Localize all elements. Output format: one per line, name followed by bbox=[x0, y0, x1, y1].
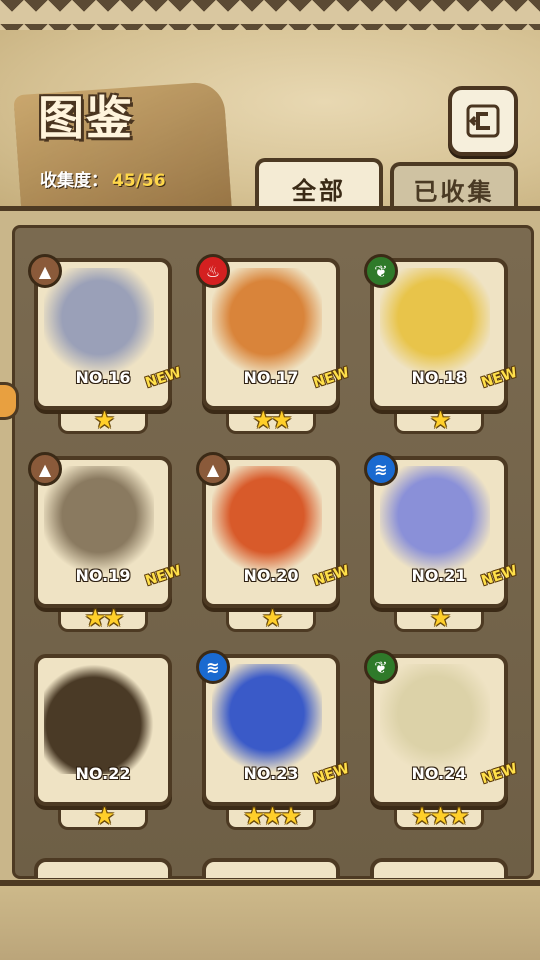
side-scroll-arrow[interactable] bbox=[0, 382, 19, 420]
monster-card[interactable]: ▲ NO.20 NEW ★ bbox=[196, 452, 352, 632]
monster-portrait bbox=[212, 268, 322, 378]
waves-icon: ≋ bbox=[196, 650, 230, 684]
star-rating: ★ bbox=[93, 406, 116, 434]
mountain-icon: ▲ bbox=[196, 452, 230, 486]
star-rating: ★★★ bbox=[411, 802, 470, 830]
back-arrow-icon bbox=[466, 104, 500, 138]
monster-portrait bbox=[380, 466, 490, 576]
monster-card[interactable]: ▲ NO.16 NEW ★ bbox=[28, 254, 184, 434]
leaf-icon: ❦ bbox=[364, 254, 398, 288]
monster-card[interactable]: ❦ NO.24 NEW ★★★ bbox=[364, 650, 520, 830]
leaf-icon: ❦ bbox=[364, 650, 398, 684]
star-rating: ★ bbox=[429, 406, 452, 434]
monster-card[interactable]: ♨ NO.17 NEW ★★ bbox=[196, 254, 352, 434]
star-rating: ★ bbox=[429, 604, 452, 632]
bottom-decoration bbox=[0, 886, 540, 960]
monster-card[interactable]: ▲ NO.19 NEW ★★ bbox=[28, 452, 184, 632]
waves-icon: ≋ bbox=[364, 452, 398, 486]
collection-progress: 收集度： 45/56 bbox=[40, 166, 166, 191]
top-border bbox=[0, 0, 540, 34]
card-number: NO.22 bbox=[75, 764, 131, 783]
mountain-icon: ▲ bbox=[28, 452, 62, 486]
collection-value: 45/56 bbox=[112, 171, 166, 191]
back-button[interactable] bbox=[448, 86, 518, 156]
monster-card[interactable]: ❦ NO.18 NEW ★ bbox=[364, 254, 520, 434]
star-rating: ★★ bbox=[252, 406, 292, 434]
next-row-card bbox=[370, 858, 508, 878]
mountain-icon: ▲ bbox=[28, 254, 62, 288]
monster-card[interactable]: ≋ NO.21 NEW ★ bbox=[364, 452, 520, 632]
star-rating: ★★ bbox=[84, 604, 124, 632]
monster-portrait bbox=[380, 268, 490, 378]
next-row-card bbox=[202, 858, 340, 878]
monster-card[interactable]: ≋ NO.23 NEW ★★★ bbox=[196, 650, 352, 830]
tab-collected[interactable]: 已收集 bbox=[390, 162, 518, 212]
star-rating: ★ bbox=[261, 604, 284, 632]
monster-portrait bbox=[44, 466, 154, 576]
star-rating: ★★★ bbox=[243, 802, 302, 830]
monster-card[interactable]: NO.22 ★ bbox=[34, 654, 172, 830]
next-row-card bbox=[34, 858, 172, 878]
collection-label: 收集度： bbox=[40, 171, 108, 191]
monster-portrait bbox=[44, 268, 154, 378]
monster-portrait bbox=[212, 466, 322, 576]
silhouette-portrait bbox=[44, 664, 154, 774]
star-rating: ★ bbox=[93, 802, 116, 830]
flame-icon: ♨ bbox=[196, 254, 230, 288]
page-title: 图鉴 bbox=[38, 91, 134, 145]
monster-portrait bbox=[212, 664, 322, 774]
monster-portrait bbox=[380, 664, 490, 774]
